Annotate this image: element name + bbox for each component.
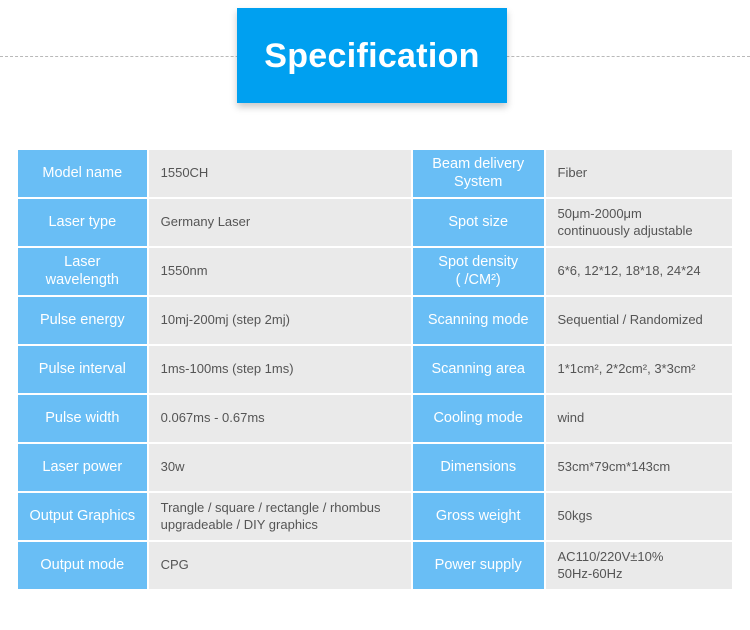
spec-value-cell: 50kgs bbox=[545, 493, 733, 540]
spec-value-cell: Trangle / square / rectangle / rhombus u… bbox=[148, 493, 411, 540]
spec-value-cell: wind bbox=[545, 395, 733, 442]
spec-value-cell: CPG bbox=[148, 542, 411, 589]
page-header: Specification bbox=[0, 0, 750, 118]
spec-label-cell: Output Graphics bbox=[18, 493, 147, 540]
spec-label-cell: Scanning area bbox=[412, 346, 544, 393]
spec-label-cell: Model name bbox=[18, 150, 147, 197]
spec-label-cell: Pulse energy bbox=[18, 297, 147, 344]
table-row: Model name 1550CH Beam delivery System Fibe… bbox=[18, 150, 733, 197]
spec-value-cell: 53cm*79cm*143cm bbox=[545, 444, 733, 491]
table-row: Pulse width 0.067ms - 0.67ms Cooling mode w… bbox=[18, 395, 733, 442]
spec-label-cell: Beam delivery System bbox=[412, 150, 544, 197]
spec-value-cell: 1550CH bbox=[148, 150, 411, 197]
spec-value-cell: Germany Laser bbox=[148, 199, 411, 246]
spec-label-cell: Power supply bbox=[412, 542, 544, 589]
table-row: Laser wavelength 1550nm Spot density ( /CM… bbox=[18, 248, 733, 295]
spec-label-cell: Spot density ( /CM²) bbox=[412, 248, 544, 295]
spec-value-cell: AC110/220V±10% 50Hz-60Hz bbox=[545, 542, 733, 589]
spec-value-cell: 30w bbox=[148, 444, 411, 491]
spec-label-cell: Laser power bbox=[18, 444, 147, 491]
table-row: Pulse energy 10mj-200mj (step 2mj) Scannin… bbox=[18, 297, 733, 344]
spec-label-cell: Pulse width bbox=[18, 395, 147, 442]
specification-banner: Specification bbox=[237, 8, 507, 103]
spec-label-cell: Laser wavelength bbox=[18, 248, 147, 295]
spec-value-cell: 1ms-100ms (step 1ms) bbox=[148, 346, 411, 393]
spec-value-cell: 50μm-2000μm continuously adjustable bbox=[545, 199, 733, 246]
spec-label-cell: Pulse interval bbox=[18, 346, 147, 393]
spec-value-cell: 10mj-200mj (step 2mj) bbox=[148, 297, 411, 344]
spec-value-cell: 0.067ms - 0.67ms bbox=[148, 395, 411, 442]
table-row: Output mode CPG Power supply AC110/220V±10%… bbox=[18, 542, 733, 589]
spec-label-cell: Dimensions bbox=[412, 444, 544, 491]
spec-label-cell: Gross weight bbox=[412, 493, 544, 540]
spec-label-cell: Output mode bbox=[18, 542, 147, 589]
spec-value-cell: Fiber bbox=[545, 150, 733, 197]
table-row: Laser power 30w Dimensions 53cm*79cm*143cm bbox=[18, 444, 733, 491]
spec-value-cell: 6*6, 12*12, 18*18, 24*24 bbox=[545, 248, 733, 295]
spec-label-cell: Cooling mode bbox=[412, 395, 544, 442]
specification-table: Model name 1550CH Beam delivery System Fibe… bbox=[18, 150, 733, 589]
page-title: Specification bbox=[264, 36, 480, 75]
table-row: Laser type Germany Laser Spot size 50μm-200… bbox=[18, 199, 733, 246]
spec-label-cell: Spot size bbox=[412, 199, 544, 246]
table-row: Pulse interval 1ms-100ms (step 1ms) Scanni… bbox=[18, 346, 733, 393]
spec-value-cell: 1550nm bbox=[148, 248, 411, 295]
spec-label-cell: Scanning mode bbox=[412, 297, 544, 344]
spec-value-cell: Sequential / Randomized bbox=[545, 297, 733, 344]
spec-label-cell: Laser type bbox=[18, 199, 147, 246]
table-row: Output Graphics Trangle / square / rectan… bbox=[18, 493, 733, 540]
spec-value-cell: 1*1cm², 2*2cm², 3*3cm² bbox=[545, 346, 733, 393]
